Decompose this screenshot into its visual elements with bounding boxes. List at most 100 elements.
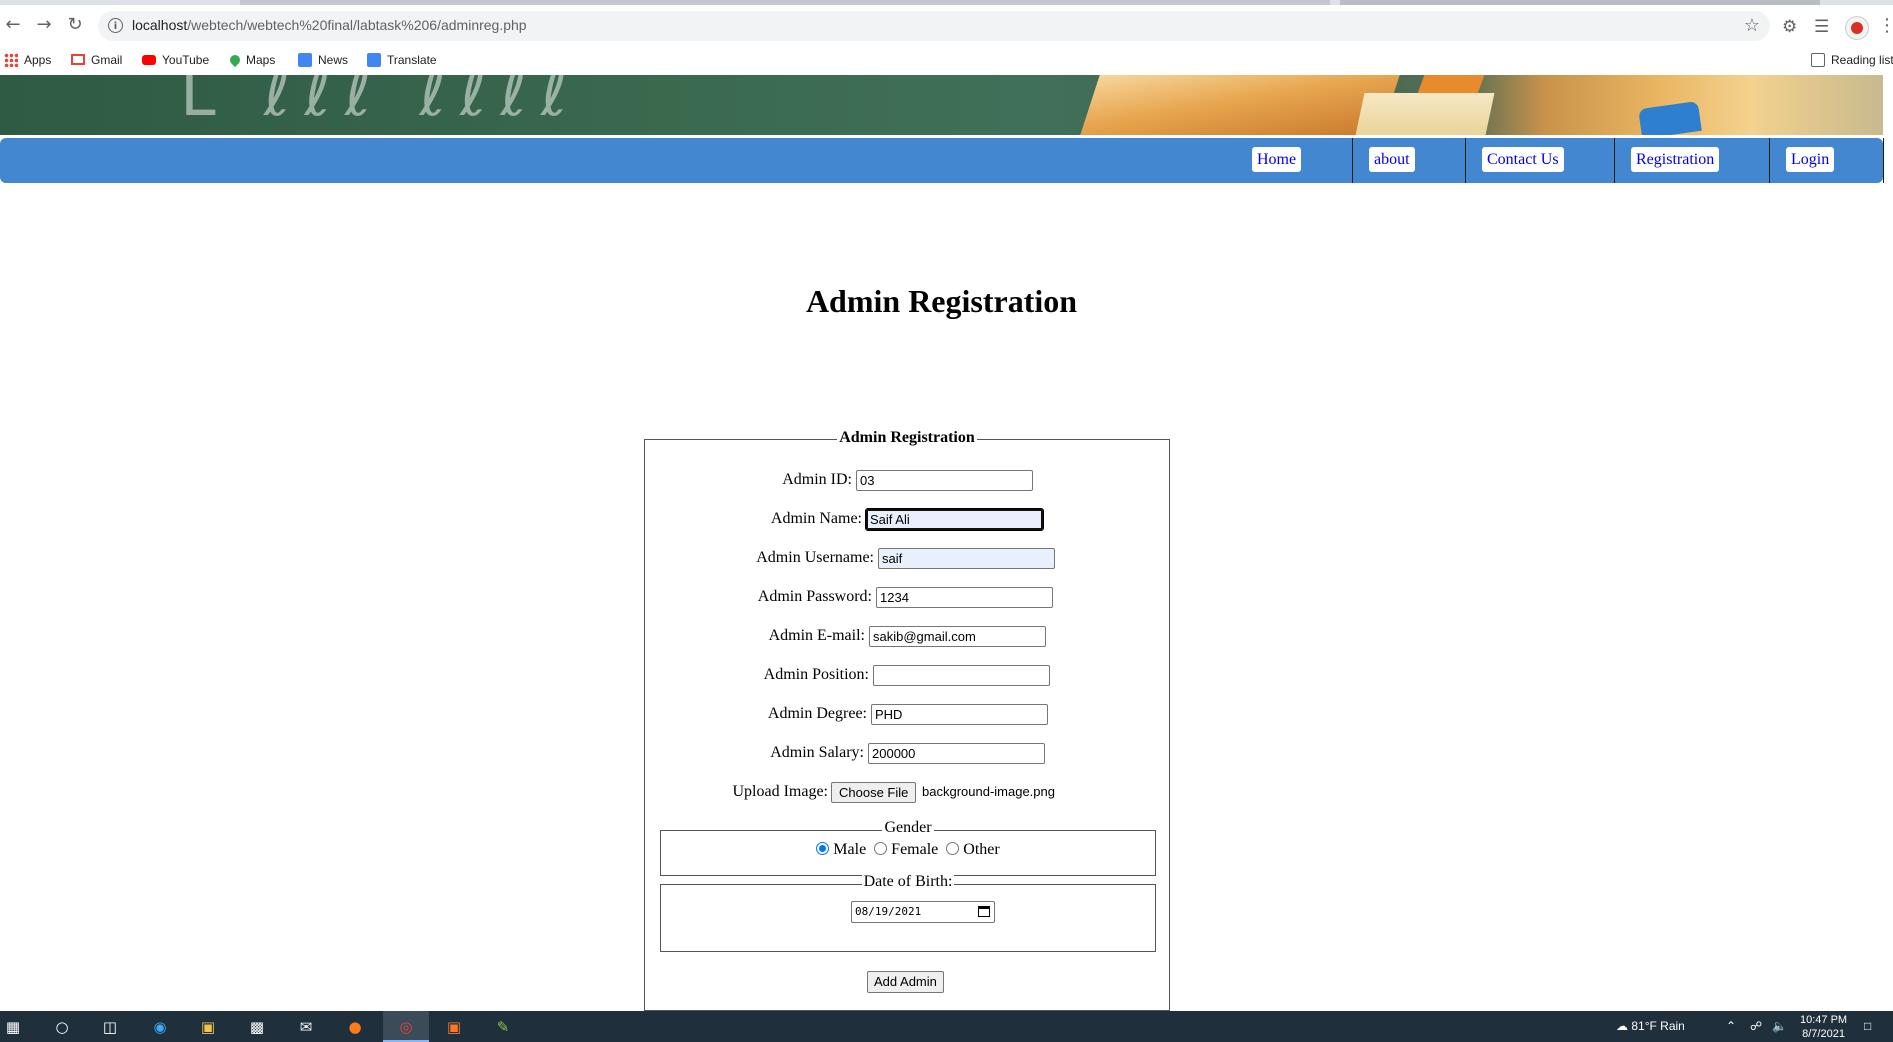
notepad-icon[interactable]: ✎ (492, 1016, 514, 1038)
bookmark-apps[interactable]: Apps (4, 52, 51, 68)
gender-legend-text: Gender (882, 819, 934, 836)
bookmark-label: Maps (246, 53, 276, 67)
media-queue-icon[interactable]: ☰ (1814, 17, 1829, 37)
bookmark-star-icon[interactable]: ☆ (1744, 15, 1760, 36)
dob-legend-text: Date of Birth: (861, 873, 955, 890)
reload-icon[interactable]: ↻ (64, 14, 86, 36)
dob-fieldset: Date of Birth: 08/19/2021 (660, 873, 1156, 952)
gender-fieldset: Gender Male Female Other (660, 819, 1156, 876)
bookmark-news[interactable]: News (298, 52, 348, 68)
bookmark-label: News (318, 53, 349, 67)
search-circle-icon[interactable]: ○ (51, 1016, 73, 1038)
system-clock[interactable]: 10:47 PM 8/7/2021 (1800, 1013, 1847, 1041)
gmail-icon (71, 54, 85, 66)
chrome-icon[interactable]: ◎ (395, 1016, 417, 1038)
apps-icon (4, 52, 18, 67)
translate-icon (367, 52, 381, 67)
mail-icon[interactable]: ✉ (295, 1016, 317, 1038)
upload-image-label: Upload Image: (732, 783, 828, 800)
admin-position-input[interactable] (873, 665, 1050, 686)
address-bar[interactable]: i localhost/webtech/webtech%20final/labt… (98, 11, 1770, 41)
volume-icon[interactable]: 🔈 (1772, 1019, 1787, 1033)
nav-link-registration[interactable]: Registration (1631, 147, 1720, 172)
bookmark-translate[interactable]: Translate (367, 52, 437, 68)
youtube-icon (142, 54, 156, 65)
weather-widget[interactable]: ☁ 81°F Rain (1616, 1019, 1685, 1033)
admin-email-label: Admin E-mail: (768, 627, 865, 644)
reading-list-icon (1811, 52, 1825, 67)
url-text[interactable]: localhost/webtech/webtech%20final/labtas… (132, 17, 527, 33)
weather-text: 81°F Rain (1631, 1019, 1685, 1033)
nav-link-contact-us[interactable]: Contact Us (1482, 147, 1564, 172)
admin-name-input[interactable]: Saif Ali (865, 508, 1044, 531)
bookmark-youtube[interactable]: YouTube (142, 52, 209, 68)
page-content: L ℓℓℓ ℓℓℓℓ Home about Contact Us Registr… (0, 75, 1893, 1011)
admin-id-input[interactable]: 03 (856, 470, 1033, 491)
field-upload-image: Upload Image: Choose File background-ima… (645, 780, 1169, 804)
back-arrow-icon[interactable]: ← (2, 14, 24, 36)
weather-cloud-icon: ☁ (1616, 1019, 1632, 1033)
windows-start-icon[interactable]: ▦ (2, 1016, 24, 1038)
dob-date-input[interactable]: 08/19/2021 (851, 901, 995, 923)
gender-female-radio[interactable] (874, 841, 888, 855)
admin-degree-input[interactable]: PHD (871, 704, 1048, 725)
calendar-icon[interactable] (978, 906, 990, 917)
maps-icon (227, 52, 243, 67)
admin-id-label: Admin ID: (782, 471, 852, 488)
choose-file-button[interactable]: Choose File (831, 782, 917, 803)
bookmark-gmail[interactable]: Gmail (71, 52, 122, 68)
url-host: localhost (132, 17, 188, 33)
bookmark-maps[interactable]: Maps (227, 52, 276, 68)
dob-value: 08/19/2021 (855, 905, 922, 918)
clock-date: 8/7/2021 (1802, 1028, 1845, 1040)
news-icon (298, 52, 312, 67)
clock-time: 10:47 PM (1800, 1014, 1848, 1026)
task-view-icon[interactable]: ◫ (99, 1016, 121, 1038)
gender-female-label: Female (891, 841, 939, 858)
xampp-icon[interactable]: ▣ (443, 1016, 465, 1038)
browser-menu-icon[interactable]: ⋮ (1878, 15, 1893, 36)
bookmark-label: Translate (387, 53, 437, 67)
nav-link-about[interactable]: about (1369, 147, 1415, 172)
bookmark-label: Apps (24, 53, 52, 67)
field-admin-password: Admin Password: 1234 (645, 585, 1169, 609)
file-explorer-icon[interactable]: ▣ (197, 1016, 219, 1038)
admin-username-label: Admin Username: (756, 549, 874, 566)
profile-avatar[interactable] (1845, 16, 1869, 40)
admin-password-input[interactable]: 1234 (876, 587, 1053, 608)
forward-arrow-icon[interactable]: → (33, 14, 55, 36)
gender-legend: Gender (661, 819, 1155, 837)
bookmark-label: YouTube (162, 53, 210, 67)
form-legend: Admin Registration (645, 429, 1169, 447)
edge-browser-icon[interactable]: ◉ (149, 1016, 171, 1038)
admin-salary-label: Admin Salary: (770, 744, 864, 761)
tray-chevron-icon[interactable]: ⌃ (1726, 1019, 1736, 1033)
field-admin-degree: Admin Degree: PHD (645, 702, 1169, 726)
admin-username-input[interactable]: saif (878, 548, 1055, 569)
browser-chrome: ← → ↻ i localhost/webtech/webtech%20fina… (0, 0, 1893, 76)
admin-name-label: Admin Name: (770, 510, 862, 527)
field-admin-email: Admin E-mail: sakib@gmail.com (645, 624, 1169, 648)
windows-taskbar: ▦ ○ ◫ ◉ ▣ ▩ ✉ ● ◎ ▣ ✎ ☁ 81°F Rain ⌃ ☍ 🔈 … (0, 1011, 1893, 1042)
nav-link-login[interactable]: Login (1786, 147, 1835, 172)
nav-link-home[interactable]: Home (1252, 147, 1302, 172)
field-admin-id: Admin ID: 03 (645, 468, 1169, 492)
site-info-icon[interactable]: i (108, 18, 123, 33)
extensions-puzzle-icon[interactable]: ⚙ (1782, 17, 1797, 37)
network-icon[interactable]: ☍ (1750, 1019, 1762, 1033)
chalkboard-doodle: L ℓℓℓ ℓℓℓℓ (180, 75, 582, 131)
nav-item-contact: Contact Us (1466, 138, 1615, 183)
firefox-icon[interactable]: ● (344, 1016, 366, 1038)
reading-list[interactable]: Reading list (1811, 52, 1893, 68)
nav-item-login: Login (1770, 138, 1884, 183)
add-admin-button[interactable]: Add Admin (867, 971, 944, 993)
field-admin-salary: Admin Salary: 200000 (645, 741, 1169, 765)
chosen-file-name: background-image.png (922, 784, 1055, 799)
gender-options: Male Female Other (661, 841, 1155, 859)
notifications-icon[interactable]: □ (1864, 1019, 1871, 1033)
gender-male-radio[interactable] (816, 841, 830, 855)
admin-email-input[interactable]: sakib@gmail.com (869, 626, 1046, 647)
store-icon[interactable]: ▩ (246, 1016, 268, 1038)
gender-other-radio[interactable] (946, 841, 960, 855)
admin-salary-input[interactable]: 200000 (868, 743, 1045, 764)
